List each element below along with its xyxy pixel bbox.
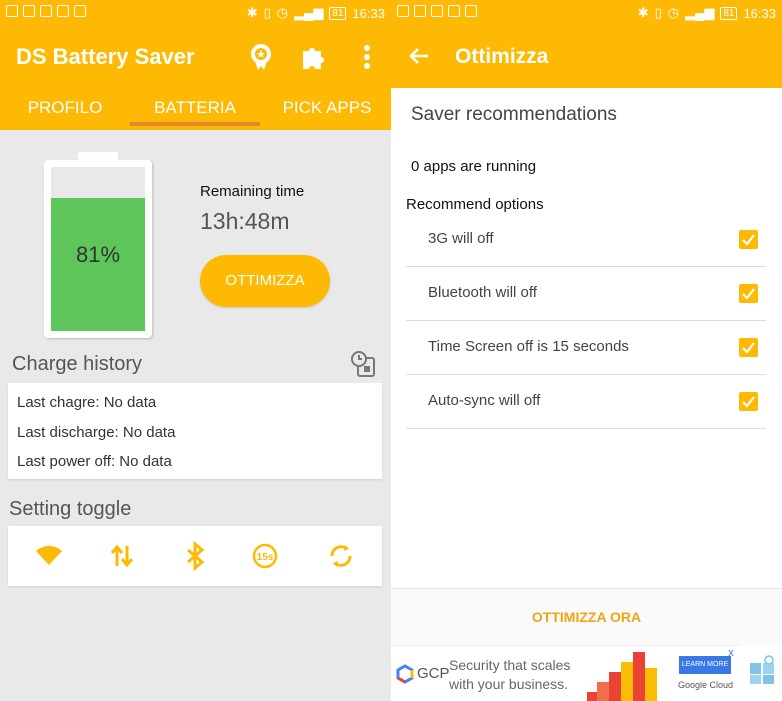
- battery-body: 81%: [44, 160, 152, 338]
- bottom-action-bar: OTTIMIZZA ORA: [391, 588, 782, 645]
- notification-icon: [6, 5, 18, 17]
- tab-profilo[interactable]: PROFILO: [0, 98, 130, 130]
- clock: 16:33: [743, 5, 776, 21]
- last-power-off-text: Last power off: No data: [17, 453, 172, 470]
- app-bar: DS Battery Saver PROFILO BATTERIA PICK A…: [0, 26, 391, 130]
- remaining-time-label: Remaining time: [200, 183, 305, 200]
- alarm-icon: ◷: [276, 5, 289, 20]
- battery-status: 81: [329, 6, 347, 20]
- option-row-screen-timeout[interactable]: Time Screen off is 15 seconds: [406, 321, 766, 375]
- ad-brand: Google Cloud: [678, 680, 734, 690]
- screen-title: Ottimizza: [455, 45, 549, 68]
- check-icon: [742, 342, 755, 354]
- alarm-icon: ◷: [667, 5, 680, 20]
- instagram-icon: [431, 5, 443, 17]
- checkbox-auto-sync[interactable]: [739, 392, 758, 411]
- data-transfer-icon[interactable]: [107, 541, 137, 571]
- option-label: Auto-sync will off: [428, 392, 541, 409]
- more-options-icon[interactable]: [352, 42, 382, 72]
- check-icon: [742, 396, 755, 408]
- app-title: DS Battery Saver: [16, 44, 195, 69]
- checkbox-3g[interactable]: [739, 230, 758, 249]
- check-icon: [742, 288, 755, 300]
- optimize-now-button[interactable]: OTTIMIZZA ORA: [391, 609, 782, 625]
- checkbox-bluetooth[interactable]: [739, 284, 758, 303]
- app-bar: Ottimizza: [391, 26, 782, 88]
- option-label: 3G will off: [428, 230, 494, 247]
- mail-icon: [414, 5, 426, 17]
- bluetooth-status-icon: ✱: [637, 5, 649, 20]
- instagram-icon: [40, 5, 52, 17]
- charge-history-title: Charge history: [12, 353, 143, 375]
- play-icon: [57, 5, 69, 17]
- wifi-icon[interactable]: [34, 541, 64, 571]
- left-screen: ✱ ▯ ◷ ▂▄▆ 81 16:33 DS Battery Saver PROF…: [0, 0, 391, 701]
- optimize-button[interactable]: OTTIMIZZA: [200, 255, 330, 307]
- google-cloud-logo-icon: [396, 664, 414, 684]
- svg-text:15s: 15s: [257, 552, 274, 563]
- ad-text: Security that scales with your business.: [449, 656, 570, 694]
- app-logo-icon: [750, 655, 774, 684]
- option-label: Time Screen off is 15 seconds: [428, 338, 629, 355]
- battery-percent: 81%: [75, 242, 121, 267]
- ad-gcp-label: GCP: [417, 665, 450, 682]
- check-icon: [742, 234, 755, 246]
- option-row-3g[interactable]: 3G will off: [406, 213, 766, 267]
- status-bar: ✱ ▯ ◷ ▂▄▆ 81 16:33: [0, 0, 391, 26]
- tab-indicator: [130, 122, 260, 126]
- saver-recommendations-title: Saver recommendations: [411, 104, 617, 125]
- right-screen: ✱ ▯ ◷ ▂▄▆ 81 16:33 Ottimizza Saver recom…: [391, 0, 782, 701]
- ad-close-button[interactable]: x: [723, 646, 739, 660]
- battery-gauge: 81%: [44, 152, 152, 338]
- recommend-options-title: Recommend options: [406, 196, 544, 213]
- ad-line-1: Security that scales: [449, 657, 571, 673]
- last-discharge-text: Last discharge: No data: [17, 424, 176, 441]
- checkbox-screen-timeout[interactable]: [739, 338, 758, 357]
- option-row-bluetooth[interactable]: Bluetooth will off: [406, 267, 766, 321]
- bluetooth-status-icon: ✱: [246, 5, 258, 20]
- battery-status: 81: [720, 6, 738, 20]
- setting-toggle-card: 15s: [8, 526, 382, 586]
- play-icon: [448, 5, 460, 17]
- option-row-auto-sync[interactable]: Auto-sync will off: [406, 375, 766, 429]
- status-right: ✱ ▯ ◷ ▂▄▆ 81 16:33: [638, 5, 776, 21]
- mail-icon: [23, 5, 35, 17]
- sync-icon[interactable]: [326, 541, 356, 571]
- charge-history-card: Last chagre: No data Last discharge: No …: [8, 383, 382, 479]
- app-icon: [465, 5, 477, 17]
- puzzle-icon[interactable]: [298, 42, 328, 72]
- notification-icon: [397, 5, 409, 17]
- clock: 16:33: [352, 5, 385, 21]
- last-charge-text: Last chagre: No data: [17, 394, 157, 411]
- status-right: ✱ ▯ ◷ ▂▄▆ 81 16:33: [247, 5, 385, 21]
- battery-empty-area: [51, 167, 145, 198]
- signal-icon: ▂▄▆: [294, 5, 324, 20]
- signal-icon: ▂▄▆: [685, 5, 715, 20]
- bluetooth-icon[interactable]: [180, 541, 210, 571]
- back-arrow-icon[interactable]: [407, 44, 431, 68]
- ad-banner[interactable]: GCP Security that scales with your busin…: [391, 645, 741, 701]
- vibrate-icon: ▯: [654, 5, 662, 20]
- tab-pick-apps[interactable]: PICK APPS: [262, 98, 391, 130]
- notification-icons: [397, 5, 477, 17]
- status-bar: ✱ ▯ ◷ ▂▄▆ 81 16:33: [391, 0, 782, 26]
- history-clock-icon[interactable]: [350, 350, 378, 378]
- vibrate-icon: ▯: [263, 5, 271, 20]
- setting-toggle-title: Setting toggle: [9, 498, 132, 520]
- app-icon: [74, 5, 86, 17]
- option-label: Bluetooth will off: [428, 284, 537, 301]
- notification-icons: [6, 5, 86, 17]
- remaining-time-value: 13h:48m: [200, 208, 290, 234]
- ad-bar-graphic: [587, 652, 657, 701]
- premium-badge-icon[interactable]: [246, 42, 276, 72]
- timeout-15s-icon[interactable]: 15s: [250, 541, 280, 571]
- apps-running-text: 0 apps are running: [411, 158, 537, 175]
- ad-line-2: with your business.: [449, 676, 569, 692]
